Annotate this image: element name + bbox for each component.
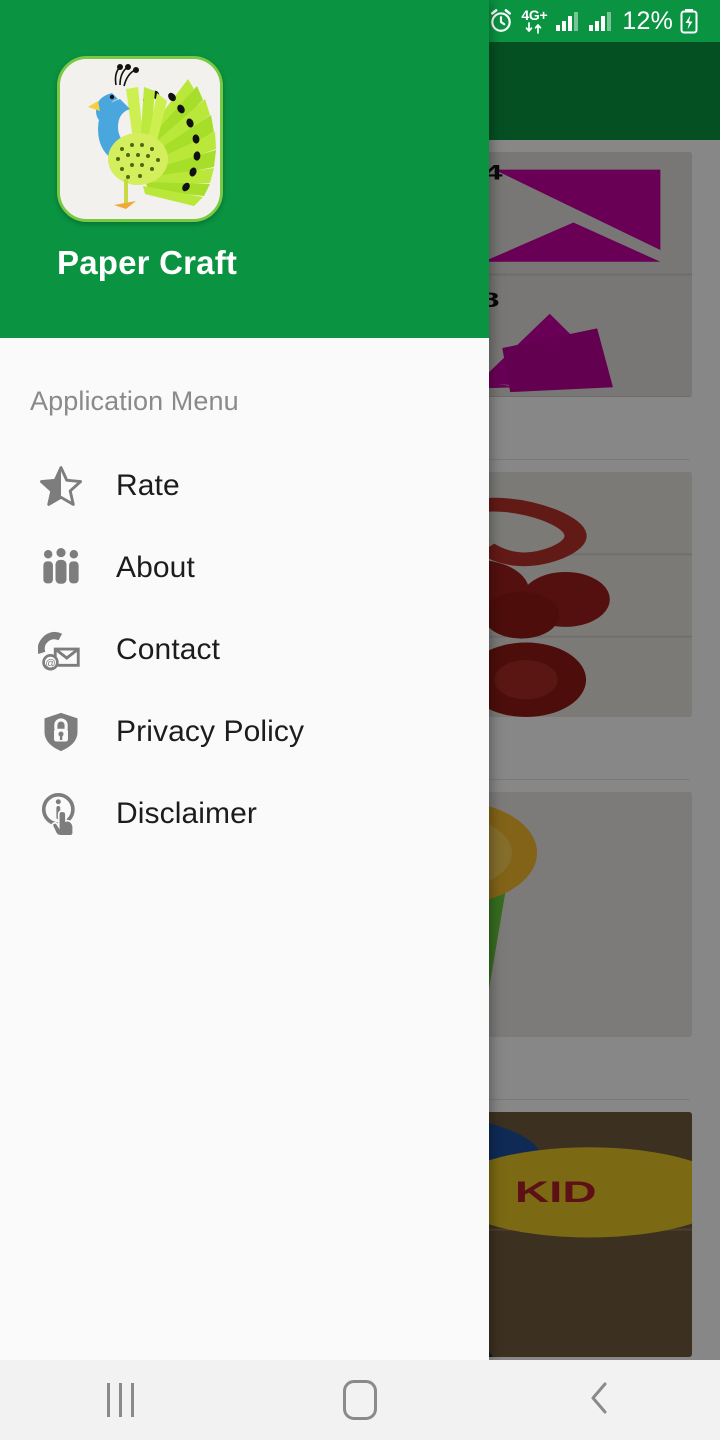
navigation-drawer: Paper Craft Application Menu Rate About … xyxy=(0,0,489,1360)
alarm-icon xyxy=(488,8,514,34)
star-half-icon xyxy=(34,459,88,513)
battery-percent-label: 12% xyxy=(622,6,673,35)
recents-icon xyxy=(106,1383,134,1417)
paper-peacock-app-icon xyxy=(57,56,223,222)
signal-bars-sim2-icon xyxy=(587,9,613,33)
drawer-app-name: Paper Craft xyxy=(57,244,238,281)
drawer-menu-list: Rate About @ Contact Privacy Policy Disc… xyxy=(0,445,489,855)
drawer-header: Paper Craft xyxy=(0,0,489,338)
network-type-label: 4G+ xyxy=(521,7,548,23)
phone-envelope-at-icon: @ xyxy=(34,623,88,677)
network-type-icon: 4G+ xyxy=(521,7,548,34)
home-button[interactable] xyxy=(300,1360,420,1440)
people-group-icon xyxy=(34,541,88,595)
signal-bars-sim1-icon xyxy=(554,9,580,33)
battery-charging-icon xyxy=(680,8,698,34)
back-chevron-icon xyxy=(585,1378,615,1423)
menu-item-rate[interactable]: Rate xyxy=(0,445,489,527)
system-navigation-bar xyxy=(0,1360,720,1440)
recents-button[interactable] xyxy=(60,1360,180,1440)
info-hand-icon xyxy=(34,787,88,841)
menu-item-label: Contact xyxy=(116,633,221,666)
svg-text:@: @ xyxy=(45,658,56,669)
menu-item-about[interactable]: About xyxy=(0,527,489,609)
menu-item-contact[interactable]: @ Contact xyxy=(0,609,489,691)
menu-section-title: Application Menu xyxy=(30,386,239,416)
menu-item-label: About xyxy=(116,551,195,584)
menu-item-label: Disclaimer xyxy=(116,797,258,830)
back-button[interactable] xyxy=(540,1360,660,1440)
menu-item-label: Privacy Policy xyxy=(116,715,305,748)
status-bar-right: 4G+ 12% xyxy=(488,7,698,36)
shield-lock-icon xyxy=(34,705,88,759)
phone-screen: Craft Ideas 3 xyxy=(0,0,720,1440)
menu-item-privacy-policy[interactable]: Privacy Policy xyxy=(0,691,489,773)
home-icon xyxy=(343,1380,377,1420)
menu-item-disclaimer[interactable]: Disclaimer xyxy=(0,773,489,855)
menu-item-label: Rate xyxy=(116,469,180,502)
